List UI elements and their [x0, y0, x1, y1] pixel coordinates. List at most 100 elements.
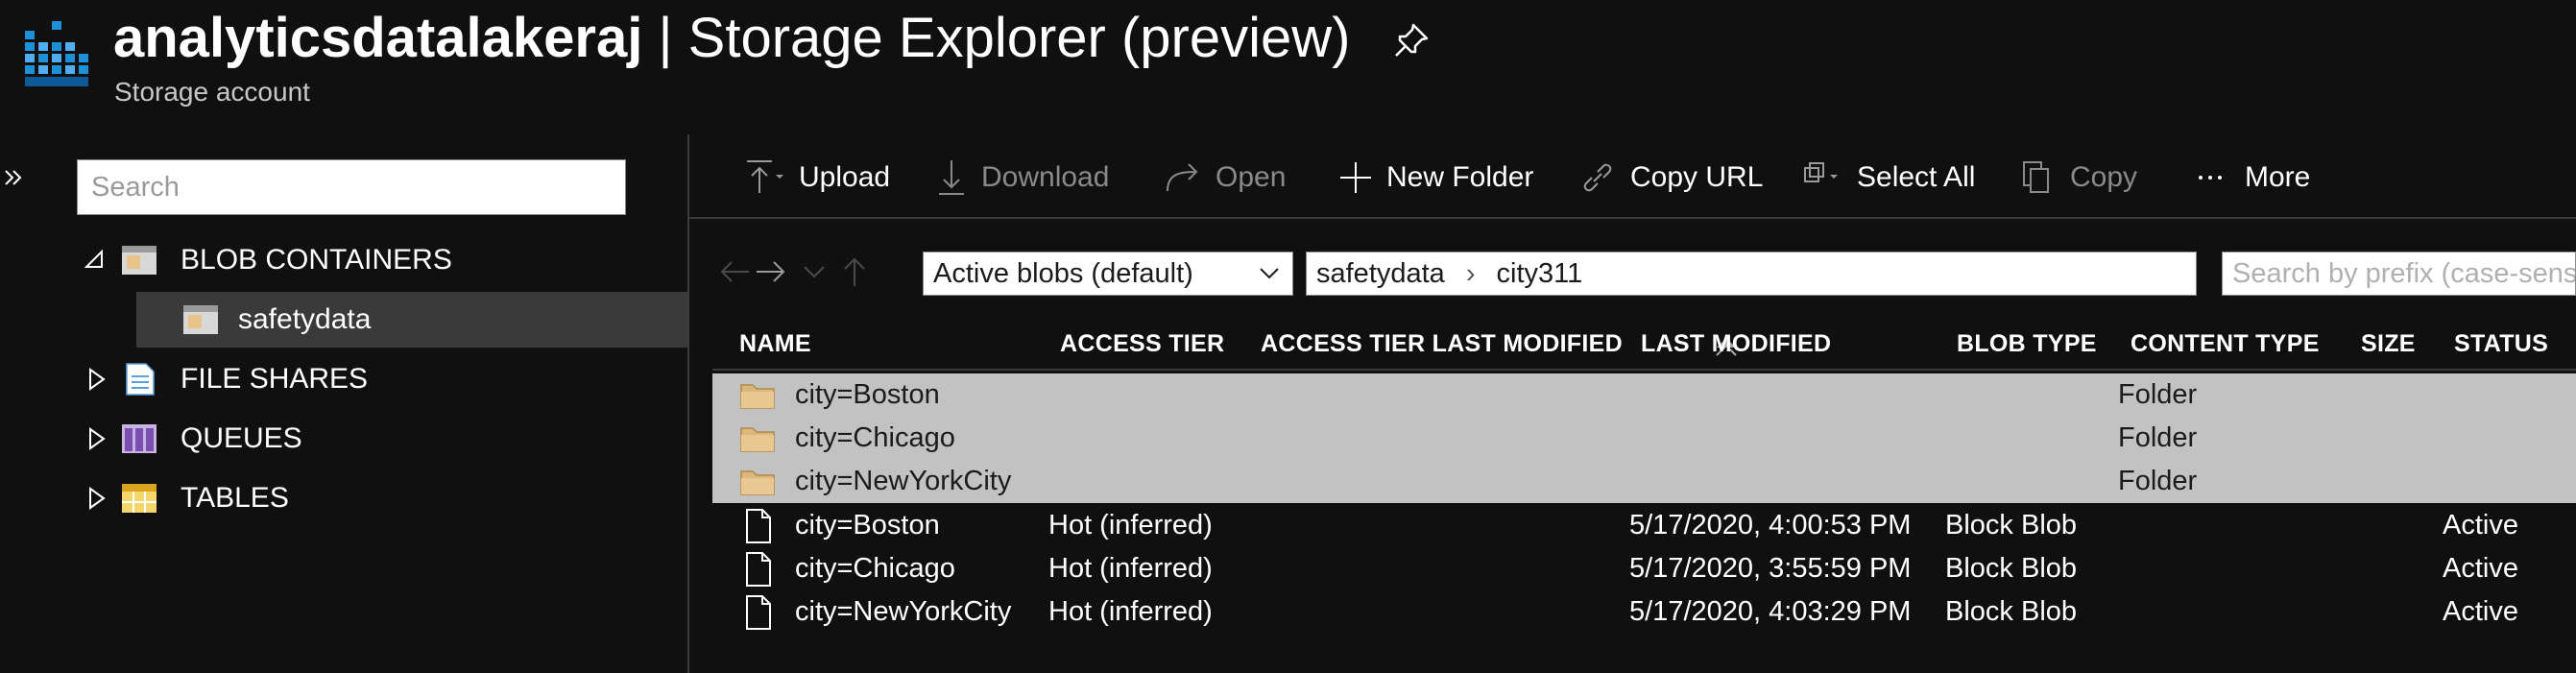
- table-row-folder[interactable]: city=Boston Folder: [712, 373, 2576, 417]
- row-content-type: Folder: [2118, 379, 2198, 410]
- copy-url-label: Copy URL: [1630, 161, 1764, 193]
- row-name: city=Chicago: [795, 422, 955, 453]
- copy-label: Copy: [2070, 161, 2138, 193]
- back-arrow-icon[interactable]: [720, 261, 749, 282]
- row-last-modified: 5/17/2020, 3:55:59 PM: [1629, 553, 1912, 584]
- folder-icon: [740, 470, 775, 495]
- tree-item-label: QUEUES: [181, 422, 302, 454]
- row-access-tier: Hot (inferred): [1048, 596, 1213, 627]
- column-blob-type[interactable]: BLOB TYPE: [1957, 330, 2097, 358]
- page-subtitle: Storage account: [114, 77, 310, 107]
- download-icon: [939, 160, 964, 195]
- new-folder-button[interactable]: New Folder: [1338, 154, 1533, 202]
- blob-container-icon: [183, 305, 218, 334]
- upload-button[interactable]: Upload: [743, 154, 890, 202]
- select-all-button[interactable]: Select All: [1801, 154, 1975, 202]
- tree-item-blob-containers[interactable]: BLOB CONTAINERS: [38, 232, 687, 288]
- row-blob-type: Block Blob: [1945, 596, 2078, 627]
- file-icon: [746, 509, 771, 543]
- copy-icon: [2023, 161, 2049, 193]
- select-all-icon: [1804, 162, 1838, 182]
- tree-item-label: BLOB CONTAINERS: [181, 244, 452, 276]
- row-access-tier: Hot (inferred): [1048, 553, 1213, 584]
- path-breadcrumb[interactable]: safetydata › city311: [1306, 252, 2197, 296]
- queue-icon: [122, 424, 156, 453]
- prefix-search-input[interactable]: Search by prefix (case-sensitive): [2222, 252, 2576, 296]
- tree-item-file-shares[interactable]: FILE SHARES: [38, 351, 687, 407]
- row-blob-type: Block Blob: [1945, 553, 2078, 584]
- page-header: analyticsdatalakeraj | Storage Explorer …: [0, 0, 2576, 125]
- folder-icon: [740, 384, 775, 409]
- row-name: city=Boston: [795, 379, 940, 410]
- column-access-tier[interactable]: ACCESS TIER: [1060, 330, 1224, 358]
- tree-item-label: safetydata: [238, 303, 372, 335]
- column-content-type[interactable]: CONTENT TYPE: [2131, 330, 2320, 358]
- row-access-tier: Hot (inferred): [1048, 510, 1213, 541]
- row-name: city=Boston: [795, 510, 940, 541]
- tree-item-tables[interactable]: TABLES: [38, 470, 687, 526]
- open-arrow-icon: [1167, 163, 1198, 192]
- table-row-blob[interactable]: city=Boston Hot (inferred) 5/17/2020, 4:…: [712, 504, 2576, 547]
- breadcrumb-leaf[interactable]: city311: [1497, 258, 1583, 289]
- toolbar: Upload Download Open New Folder Copy URL…: [689, 134, 2576, 219]
- file-icon: [746, 595, 771, 630]
- table-row-blob[interactable]: city=Chicago Hot (inferred) 5/17/2020, 3…: [712, 547, 2576, 590]
- select-all-label: Select All: [1857, 161, 1976, 193]
- table-row-folder[interactable]: city=Chicago Folder: [712, 417, 2576, 460]
- row-content-type: Folder: [2118, 422, 2198, 453]
- column-access-tier-last-modified[interactable]: ACCESS TIER LAST MODIFIED: [1261, 330, 1623, 358]
- expand-triangle-icon[interactable]: [86, 486, 108, 511]
- sidebar-search-input[interactable]: Search: [77, 159, 626, 215]
- more-button[interactable]: More: [2193, 154, 2310, 202]
- download-button[interactable]: Download: [935, 154, 1109, 202]
- breadcrumb-root[interactable]: safetydata: [1316, 258, 1445, 289]
- tree-item-queues[interactable]: QUEUES: [38, 411, 687, 467]
- blob-filter-select[interactable]: Active blobs (default): [923, 252, 1293, 296]
- new-folder-label: New Folder: [1386, 161, 1534, 193]
- table-header: NAME ACCESS TIER ACCESS TIER LAST MODIFI…: [712, 319, 2576, 371]
- download-label: Download: [981, 161, 1110, 193]
- column-last-modified[interactable]: LAST MODIFIED: [1641, 330, 1831, 358]
- column-status[interactable]: STATUS: [2454, 330, 2548, 358]
- ellipsis-icon: [2199, 176, 2222, 180]
- table-row-folder[interactable]: city=NewYorkCity Folder: [712, 460, 2576, 503]
- copy-button[interactable]: Copy: [2018, 154, 2137, 202]
- column-name[interactable]: NAME: [739, 330, 811, 358]
- row-name: city=NewYorkCity: [795, 596, 1012, 627]
- column-size[interactable]: SIZE: [2361, 330, 2416, 358]
- row-status: Active: [2443, 553, 2518, 584]
- blob-container-icon: [122, 246, 156, 275]
- link-icon: [1583, 163, 1612, 192]
- forward-arrow-icon[interactable]: [757, 261, 785, 282]
- row-name: city=Chicago: [795, 553, 955, 584]
- row-last-modified: 5/17/2020, 4:03:29 PM: [1629, 596, 1912, 627]
- row-last-modified: 5/17/2020, 4:00:53 PM: [1629, 510, 1912, 541]
- recent-dropdown-icon[interactable]: [804, 266, 825, 278]
- row-content-type: Folder: [2118, 466, 2198, 496]
- upload-icon: [747, 160, 783, 193]
- expand-triangle-icon[interactable]: [86, 367, 108, 392]
- open-label: Open: [1216, 161, 1287, 193]
- table-row-blob[interactable]: city=NewYorkCity Hot (inferred) 5/17/202…: [712, 590, 2576, 634]
- plus-icon: [1340, 162, 1371, 193]
- expand-triangle-icon[interactable]: [86, 426, 108, 451]
- collapse-triangle-icon[interactable]: [84, 248, 106, 273]
- nav-buttons: [720, 257, 865, 286]
- open-button[interactable]: Open: [1164, 154, 1286, 202]
- file-share-icon: [126, 363, 155, 396]
- blob-filter-value: Active blobs (default): [933, 258, 1193, 289]
- breadcrumb-separator-icon: ›: [1465, 258, 1476, 289]
- chevron-down-icon: [1260, 268, 1279, 279]
- copy-url-button[interactable]: Copy URL: [1578, 154, 1763, 202]
- up-arrow-icon[interactable]: [844, 257, 865, 286]
- tree-item-safetydata[interactable]: safetydata: [136, 292, 687, 348]
- row-name: city=NewYorkCity: [795, 466, 1012, 496]
- page-title: analyticsdatalakeraj | Storage Explorer …: [113, 2, 1350, 75]
- row-status: Active: [2443, 510, 2518, 541]
- row-blob-type: Block Blob: [1945, 510, 2078, 541]
- expand-panel-icon[interactable]: [2, 163, 27, 192]
- more-label: More: [2245, 161, 2311, 193]
- pin-icon[interactable]: [1392, 21, 1431, 60]
- title-suffix: | Storage Explorer (preview): [642, 7, 1351, 69]
- tree-item-label: FILE SHARES: [181, 363, 369, 395]
